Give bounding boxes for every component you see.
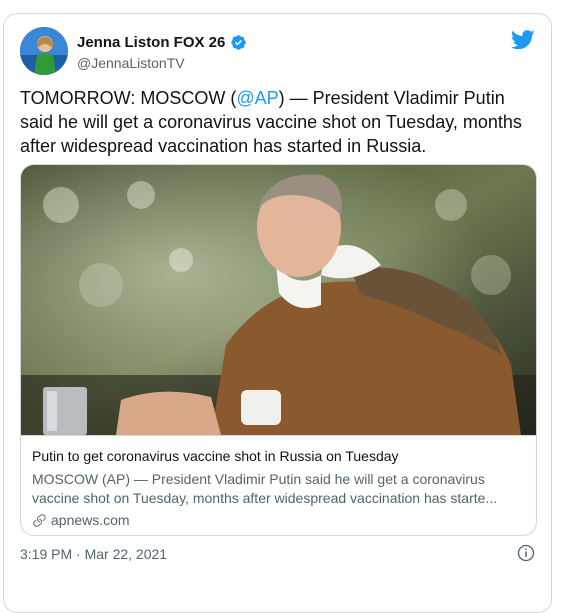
- tweet-card: Jenna Liston FOX 26 @JennaListonTV TOMOR…: [3, 13, 552, 613]
- avatar[interactable]: [20, 27, 68, 75]
- info-icon[interactable]: [517, 544, 535, 562]
- author-handle[interactable]: @JennaListonTV: [77, 55, 185, 71]
- mention-link[interactable]: @AP: [236, 88, 278, 108]
- tweet-text: TOMORROW: MOSCOW (@AP) — President Vladi…: [20, 86, 540, 158]
- link-card-domain[interactable]: apnews.com: [51, 512, 130, 528]
- link-preview-card[interactable]: Putin to get coronavirus vaccine shot in…: [20, 164, 537, 536]
- tweet-text-prefix: TOMORROW: MOSCOW (: [20, 88, 237, 108]
- tweet-timestamp[interactable]: 3:19 PM · Mar 22, 2021: [20, 546, 167, 562]
- link-icon: [33, 513, 46, 527]
- article-photo[interactable]: [21, 165, 537, 435]
- twitter-bird-icon[interactable]: [511, 30, 535, 50]
- author-name-row[interactable]: Jenna Liston FOX 26: [77, 34, 247, 51]
- link-card-description: MOSCOW (AP) — President Vladimir Putin s…: [32, 471, 498, 506]
- link-card-domain-row[interactable]: apnews.com: [32, 512, 130, 528]
- link-card-info[interactable]: Putin to get coronavirus vaccine shot in…: [21, 435, 536, 535]
- author-name[interactable]: Jenna Liston FOX 26: [77, 34, 225, 51]
- link-card-title[interactable]: Putin to get coronavirus vaccine shot in…: [32, 448, 399, 464]
- verified-badge-icon: [231, 35, 247, 50]
